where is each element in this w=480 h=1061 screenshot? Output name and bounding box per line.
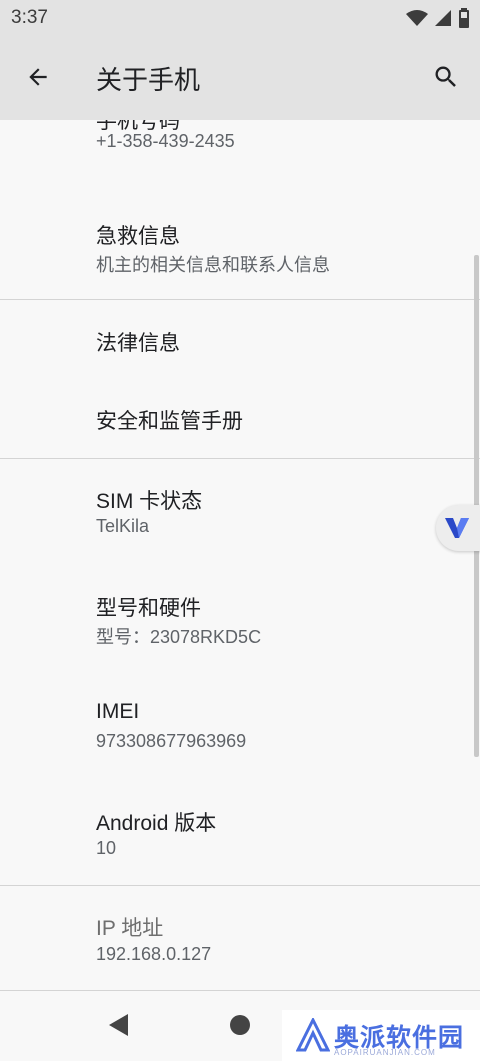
watermark-logo-icon	[296, 1018, 330, 1052]
v-logo-icon	[445, 518, 469, 538]
status-icons	[406, 8, 470, 28]
status-time: 3:37	[11, 7, 48, 28]
list-item-subtitle: 973308677963969	[96, 731, 247, 751]
battery-icon	[459, 8, 469, 28]
floating-assistant-button[interactable]	[436, 505, 480, 551]
list-item-title: SIM 卡状态	[96, 490, 203, 513]
list-item-title: Android 版本	[96, 812, 217, 835]
list-item-subtitle: TelKila	[96, 516, 150, 536]
list-item-title: 急救信息	[96, 225, 180, 248]
list-item-subtitle: 机主的相关信息和联系人信息	[96, 255, 330, 275]
nav-back-icon[interactable]	[108, 1013, 130, 1037]
search-icon	[435, 66, 456, 87]
list-item-title: 法律信息	[96, 332, 180, 355]
list-item-safety-manual[interactable]: 安全和监管手册	[0, 378, 480, 458]
arrow-back-icon	[29, 68, 47, 86]
list-item-sim-status[interactable]: SIM 卡状态 TelKila	[0, 459, 480, 566]
list-item-phone-number[interactable]: 手机号码 +1-358-439-2435	[0, 120, 480, 180]
watermark-subtext: AOPAIRUANJIAN.COM	[334, 1048, 436, 1057]
signal-icon	[435, 10, 451, 26]
wifi-icon	[406, 10, 428, 26]
list-item-subtitle: 192.168.0.127	[96, 944, 212, 964]
list-item-subtitle: +1-358-439-2435	[96, 131, 235, 151]
list-item-ip-address[interactable]: IP 地址 192.168.0.127	[0, 886, 480, 990]
list-item-title: IMEI	[96, 700, 140, 723]
list-item-imei[interactable]: IMEI 973308677963969	[0, 673, 480, 780]
list-item-legal-info[interactable]: 法律信息	[0, 300, 480, 378]
list-item-model-hardware[interactable]: 型号和硬件 型号：23078RKD5C	[0, 566, 480, 673]
back-button[interactable]	[18, 57, 58, 97]
list-item-title: 型号和硬件	[96, 597, 201, 620]
list-item-subtitle: 10	[96, 838, 117, 858]
list-item-emergency-info[interactable]: 急救信息 机主的相关信息和联系人信息	[0, 198, 480, 293]
list-item-title: IP 地址	[96, 917, 164, 940]
search-button[interactable]	[426, 57, 466, 97]
list-item-android-version[interactable]: Android 版本 10	[0, 780, 480, 885]
watermark: 奥派软件园 AOPAIRUANJIAN.COM	[282, 1010, 480, 1061]
page-title: 关于手机	[96, 65, 201, 95]
app-bar: 关于手机	[0, 36, 480, 120]
nav-home-icon[interactable]	[230, 1015, 250, 1035]
list-item-subtitle: 型号：23078RKD5C	[96, 627, 262, 647]
settings-list: 手机号码 +1-358-439-2435 急救信息 机主的相关信息和联系人信息 …	[0, 120, 480, 991]
list-item-title: 安全和监管手册	[96, 410, 243, 433]
status-bar: 3:37	[0, 0, 480, 36]
